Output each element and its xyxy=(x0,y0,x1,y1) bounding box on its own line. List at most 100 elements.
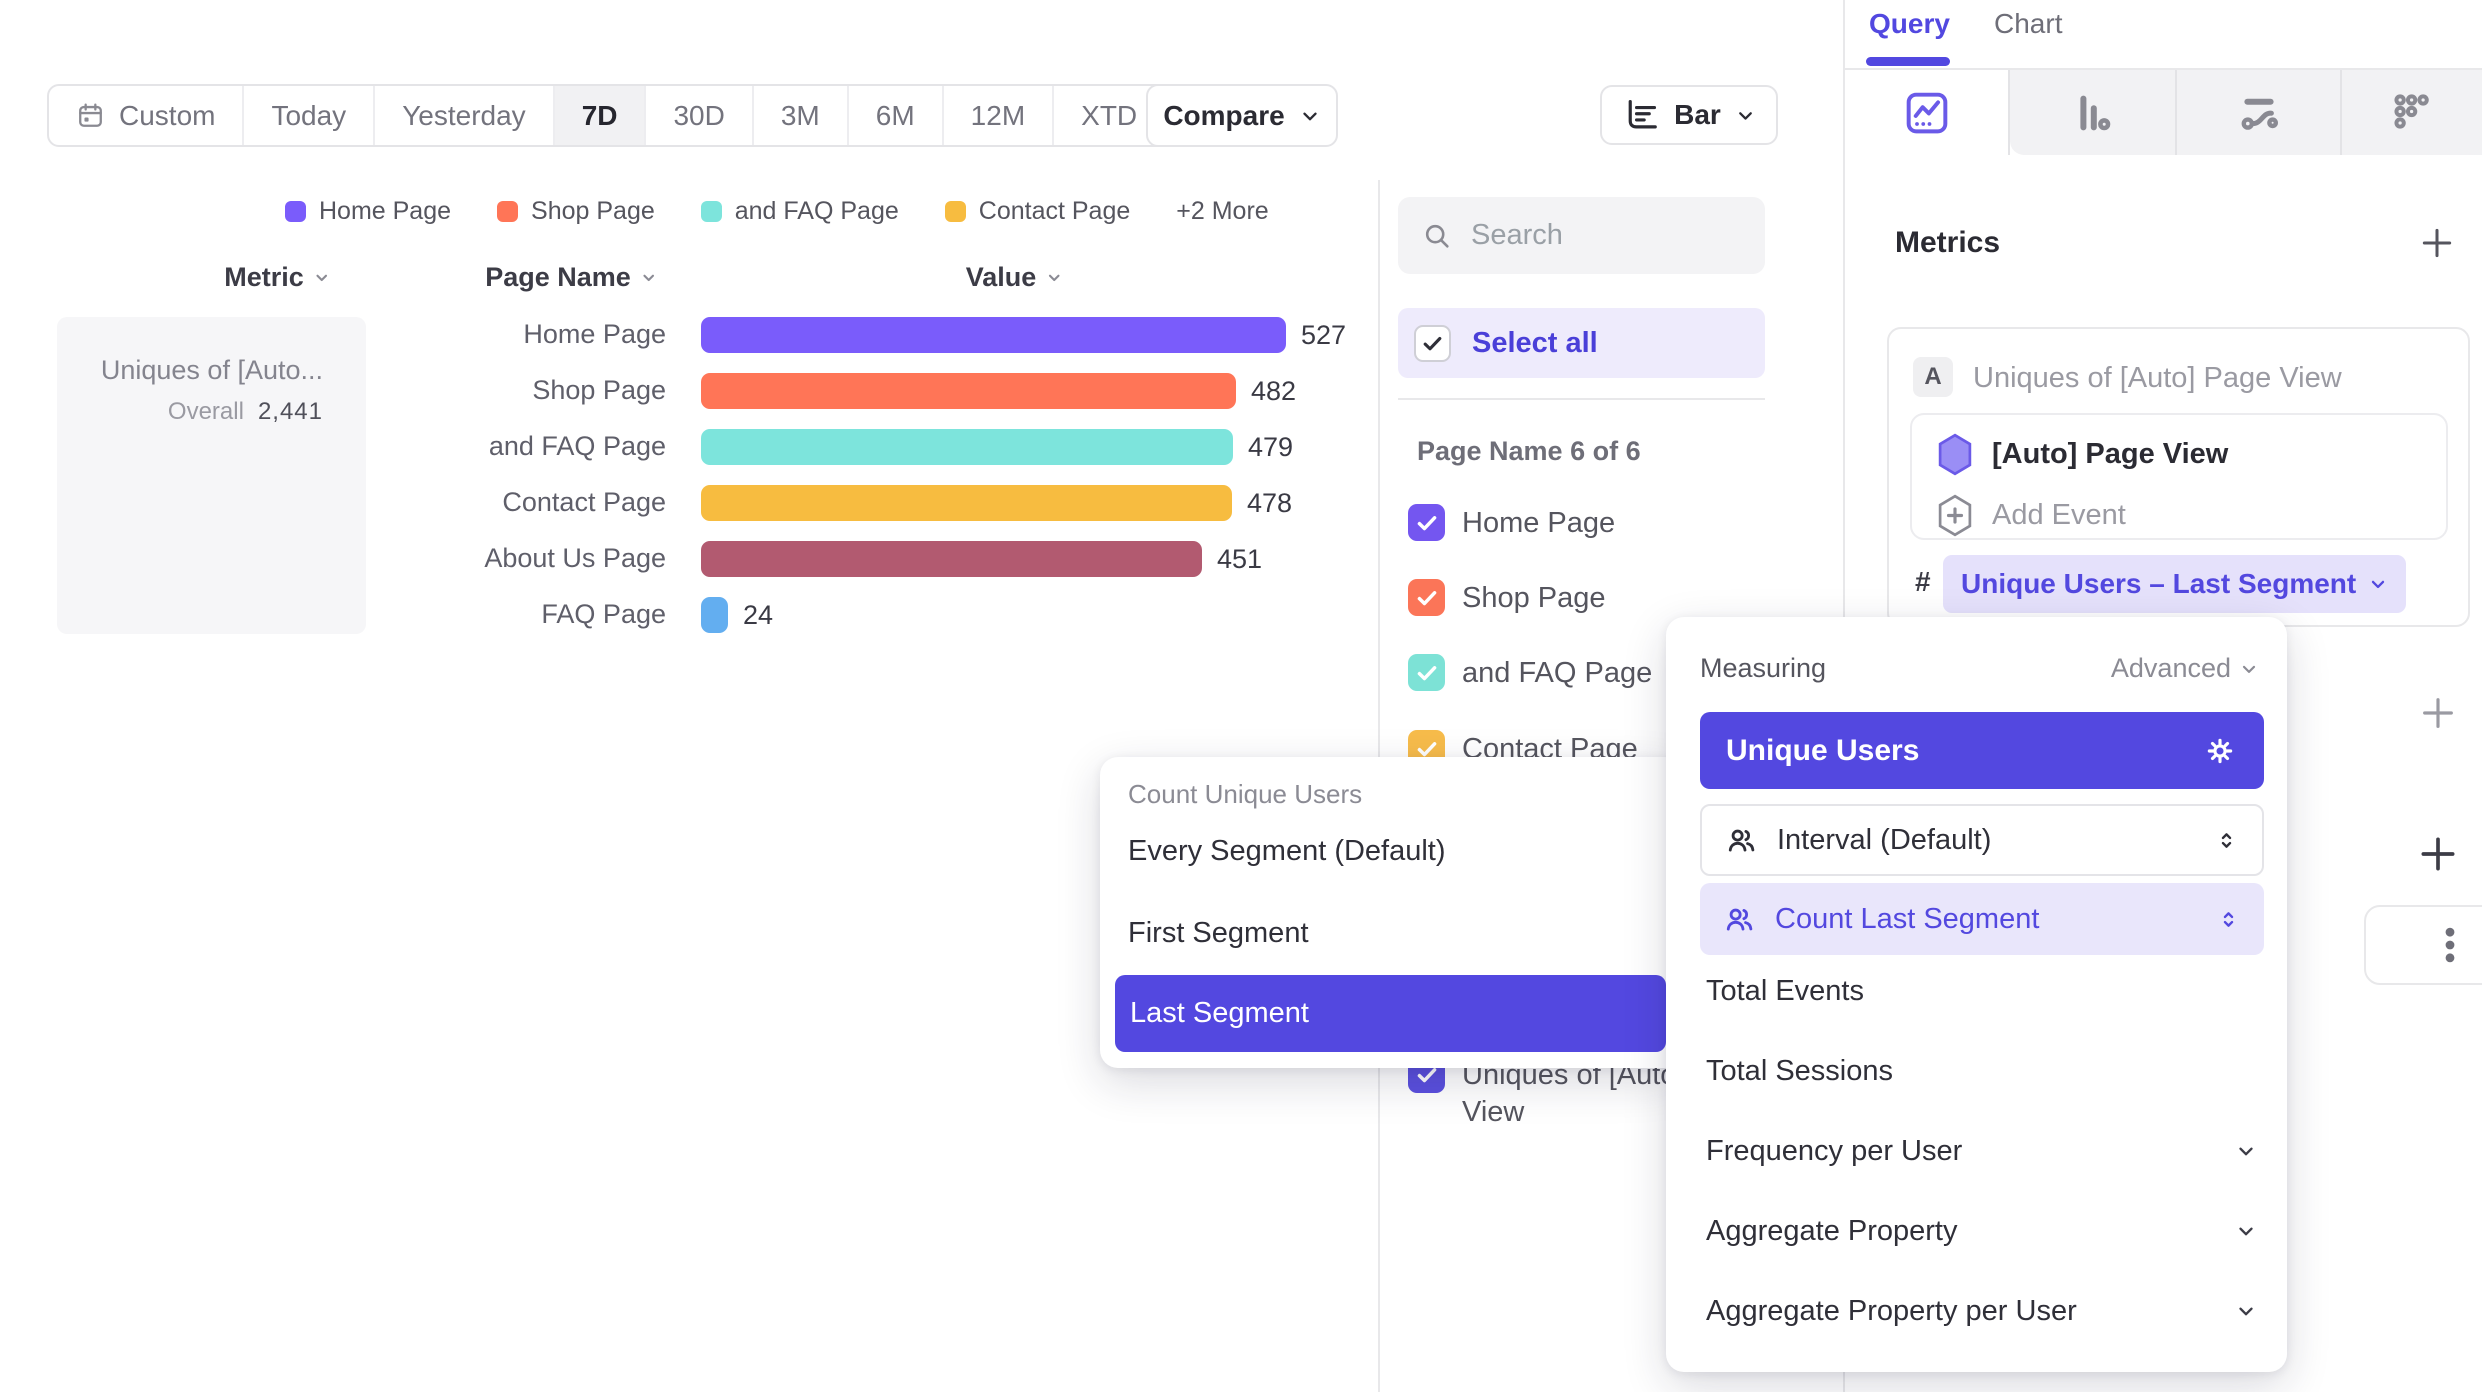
date-range-today[interactable]: Today xyxy=(244,86,375,145)
bar-segment[interactable] xyxy=(701,317,1286,353)
date-range-custom[interactable]: Custom xyxy=(49,86,244,145)
advanced-toggle[interactable]: Advanced xyxy=(2111,653,2259,684)
bar-segment[interactable] xyxy=(701,541,1202,577)
measuring-option-label: Aggregate Property per User xyxy=(1706,1295,2235,1328)
item-label: Home Page xyxy=(1462,504,1615,542)
add-event-label: Add Event xyxy=(1992,499,2126,532)
compare-button[interactable]: Compare xyxy=(1146,84,1338,147)
date-range-yesterday[interactable]: Yesterday xyxy=(375,86,555,145)
chevron-down-icon xyxy=(1735,105,1756,126)
strip-divider xyxy=(2340,70,2342,155)
gear-icon[interactable] xyxy=(2202,733,2238,769)
measurement-pill[interactable]: Unique Users – Last Segment xyxy=(1943,555,2406,613)
chart-type-tab-flows[interactable] xyxy=(2177,70,2340,155)
item-label: and FAQ Page xyxy=(1462,654,1652,692)
legend-item[interactable]: Home Page xyxy=(285,197,451,226)
measuring-option[interactable]: Aggregate Property xyxy=(1666,1191,2287,1271)
tab-chart[interactable]: Chart xyxy=(1994,8,2062,40)
metric-summary-card[interactable]: Uniques of [Auto... Overall2,441 xyxy=(57,317,366,634)
add-filter-button[interactable] xyxy=(2418,693,2458,733)
measuring-title: Measuring xyxy=(1700,653,1826,684)
date-range-label: 7D xyxy=(582,100,618,132)
stepper-icon xyxy=(2215,829,2238,852)
date-range-label: XTD xyxy=(1081,100,1137,132)
calendar-icon xyxy=(76,101,105,130)
add-breakdown-button[interactable] xyxy=(2416,832,2460,876)
add-event-row[interactable]: Add Event xyxy=(1936,494,2126,537)
column-header-value[interactable]: Value xyxy=(966,262,1063,293)
date-range-label: 3M xyxy=(781,100,820,132)
column-header-metric[interactable]: Metric xyxy=(224,262,330,293)
measurement-pill-label: Unique Users – Last Segment xyxy=(1961,568,2356,600)
legend-label: Contact Page xyxy=(979,197,1131,226)
measuring-option[interactable]: Frequency per User xyxy=(1666,1111,2287,1191)
strip-divider xyxy=(2175,70,2177,155)
chart-type-tab-retention[interactable] xyxy=(2342,70,2482,155)
chevron-down-icon xyxy=(2368,574,2388,594)
item-checkbox[interactable] xyxy=(1408,654,1445,691)
bar-value: 482 xyxy=(1251,376,1296,407)
chevron-down-icon xyxy=(1299,105,1321,127)
column-header-page-name[interactable]: Page Name xyxy=(485,262,657,293)
segment-option[interactable]: Last Segment xyxy=(1115,975,1666,1052)
segment-option[interactable]: First Segment xyxy=(1128,901,1309,965)
measuring-option[interactable]: Aggregate Property per User xyxy=(1666,1271,2287,1351)
chart-type-tab-insights[interactable] xyxy=(1845,70,2008,155)
filter-item[interactable]: and FAQ Page xyxy=(1408,654,1652,692)
page-name-header-label: Page Name xyxy=(485,262,631,293)
measuring-row-interval[interactable]: Interval (Default) xyxy=(1700,804,2264,876)
bar-segment[interactable] xyxy=(701,597,728,633)
item-checkbox[interactable] xyxy=(1408,504,1445,541)
metric-definition-title: Uniques of [Auto] Page View xyxy=(1973,362,2342,395)
legend-label: Shop Page xyxy=(531,197,655,226)
bar-category-label: About Us Page xyxy=(330,543,666,574)
metric-definition-card[interactable]: A Uniques of [Auto] Page View [Auto] Pag… xyxy=(1887,327,2470,627)
date-range-6m[interactable]: 6M xyxy=(849,86,944,145)
metric-name: Uniques of [Auto... xyxy=(101,355,323,386)
measuring-option-unique-users[interactable]: Unique Users xyxy=(1700,712,2264,789)
date-range-30d[interactable]: 30D xyxy=(646,86,753,145)
legend-item[interactable]: Shop Page xyxy=(497,197,655,226)
legend-item[interactable]: and FAQ Page xyxy=(701,197,899,226)
item-checkbox[interactable] xyxy=(1408,579,1445,616)
add-metric-button[interactable] xyxy=(2418,224,2456,262)
select-all-checkbox[interactable] xyxy=(1414,325,1451,362)
chevron-down-icon xyxy=(2235,1140,2257,1162)
legend-item[interactable]: Contact Page xyxy=(945,197,1131,226)
event-name: [Auto] Page View xyxy=(1992,438,2228,471)
tab-query[interactable]: Query xyxy=(1869,8,1950,40)
chart-type-dropdown[interactable]: Bar xyxy=(1600,85,1778,145)
chart-legend: Home Page Shop Page and FAQ Page Contact Pa… xyxy=(285,197,1269,226)
legend-more[interactable]: +2 More xyxy=(1176,197,1268,226)
legend-swatch xyxy=(945,201,966,222)
search-box[interactable] xyxy=(1398,197,1765,274)
measuring-option[interactable]: Total Sessions xyxy=(1666,1031,2287,1111)
search-input[interactable] xyxy=(1469,218,1723,253)
date-range-7d[interactable]: 7D xyxy=(555,86,647,145)
bar-segment[interactable] xyxy=(701,373,1236,409)
date-range-label: Custom xyxy=(119,100,215,132)
list-divider xyxy=(1398,398,1765,400)
bar-segment[interactable] xyxy=(701,429,1233,465)
bar-segment[interactable] xyxy=(701,485,1232,521)
value-header-label: Value xyxy=(966,262,1037,293)
segment-option[interactable]: Every Segment (Default) xyxy=(1128,819,1446,883)
measuring-row-count-last-segment[interactable]: Count Last Segment xyxy=(1700,883,2264,955)
more-options-button[interactable] xyxy=(2428,923,2472,967)
count-unique-users-menu: Count Unique Users Every Segment (Defaul… xyxy=(1100,757,1683,1068)
event-row[interactable]: [Auto] Page View xyxy=(1936,433,2228,476)
metrics-section-title: Metrics xyxy=(1895,226,2000,260)
column-chart-icon xyxy=(2069,89,2117,137)
chart-type-tab-funnels[interactable] xyxy=(2010,70,2175,155)
measuring-option-label: Frequency per User xyxy=(1706,1135,2235,1168)
date-range-12m[interactable]: 12M xyxy=(944,86,1054,145)
overall-label: Overall xyxy=(168,398,244,425)
sort-chevron-icon xyxy=(640,269,657,286)
date-range-3m[interactable]: 3M xyxy=(754,86,849,145)
filter-item[interactable]: Home Page xyxy=(1408,504,1615,542)
chevron-down-icon xyxy=(2235,1220,2257,1242)
filter-item[interactable]: Shop Page xyxy=(1408,579,1606,617)
measuring-option[interactable]: Total Events xyxy=(1666,951,2287,1031)
menu-title: Count Unique Users xyxy=(1128,779,1362,810)
select-all-row[interactable]: Select all xyxy=(1398,308,1765,378)
